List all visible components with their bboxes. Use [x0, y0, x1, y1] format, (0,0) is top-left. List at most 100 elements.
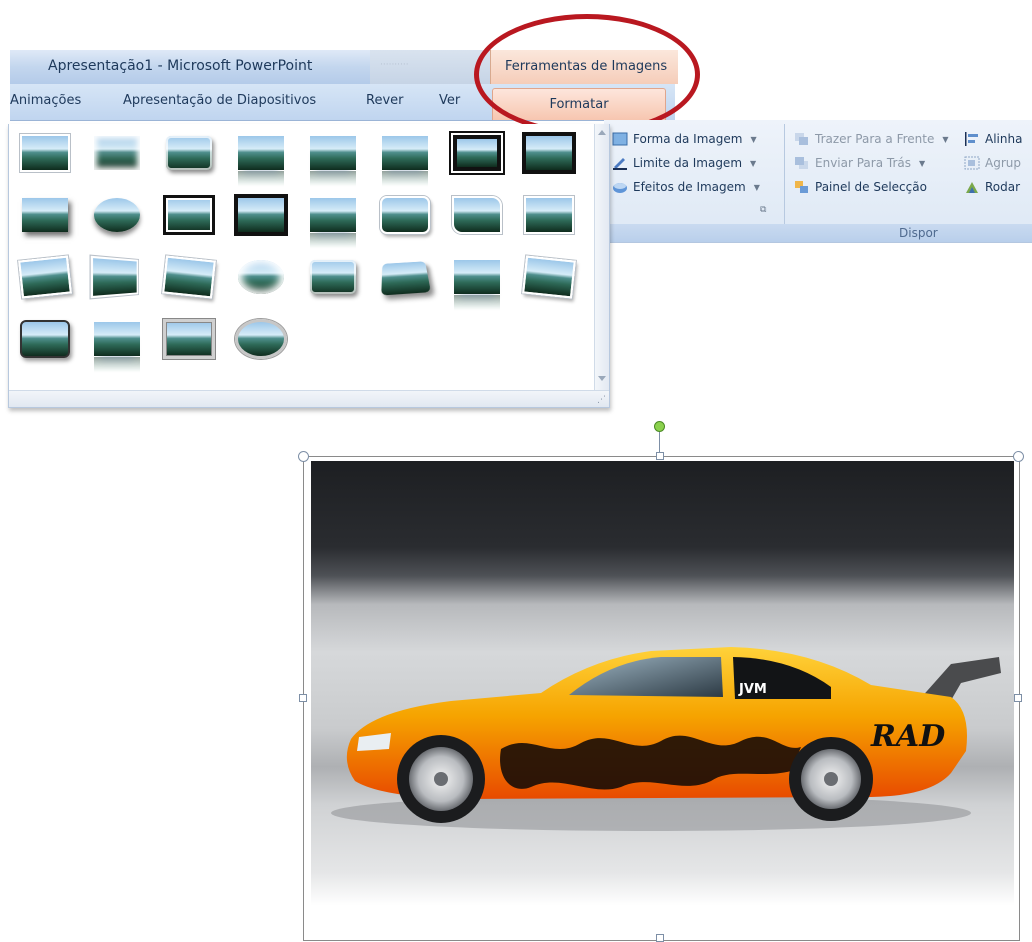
scroll-down-icon[interactable] — [598, 376, 606, 381]
style-preview-icon — [94, 198, 140, 232]
picture-style-soft-edge-reflected[interactable] — [377, 130, 433, 176]
resize-handle-top[interactable] — [656, 452, 664, 460]
tab-slide-show[interactable]: Apresentação de Diapositivos — [123, 93, 316, 108]
picture-border-button[interactable]: Limite da Imagem ▼ — [612, 156, 756, 170]
align-label: Alinha — [985, 132, 1023, 146]
picture-style-simple-white-shadow[interactable] — [521, 192, 577, 238]
picture-style-bevel-rounded[interactable] — [305, 254, 361, 300]
tab-review[interactable]: Rever — [366, 93, 403, 108]
effects-icon — [613, 183, 627, 193]
resize-handle-bottom[interactable] — [656, 934, 664, 942]
style-preview-icon — [310, 136, 356, 170]
picture-style-rotated-white-right[interactable] — [521, 254, 577, 300]
rotation-line — [659, 429, 660, 453]
gallery-scrollbar[interactable] — [594, 124, 609, 390]
picture-style-bevel-rectangle[interactable] — [161, 130, 217, 176]
picture-effects-button[interactable]: Efeitos de Imagem ▼ — [612, 180, 760, 194]
style-preview-icon — [20, 134, 70, 172]
picture-style-perspective-white[interactable] — [89, 254, 145, 300]
style-preview-icon — [522, 255, 576, 299]
style-preview-icon — [310, 260, 356, 294]
align-button[interactable]: Alinha — [964, 132, 1022, 146]
picture-style-bevel-perspective[interactable] — [377, 254, 433, 300]
picture-effects-label: Efeitos de Imagem — [633, 180, 746, 194]
send-back-icon — [795, 157, 808, 169]
picture-style-gray-frame[interactable] — [161, 316, 217, 362]
car-illustration: JVM RAD — [331, 647, 1001, 831]
resize-handle-right[interactable] — [1014, 694, 1022, 702]
selection-pane-icon — [795, 181, 808, 193]
rotate-icon — [966, 182, 978, 193]
picture-style-reflected-white[interactable] — [89, 316, 145, 362]
style-preview-icon — [310, 198, 356, 232]
rotation-handle[interactable] — [654, 421, 665, 432]
style-preview-icon — [235, 319, 287, 359]
picture-style-rounded-dark[interactable] — [17, 316, 73, 362]
picture-style-reflected-soft[interactable] — [305, 130, 361, 176]
resize-grip-icon[interactable]: ⋰ — [597, 395, 606, 405]
picture-style-reflected-simple[interactable] — [449, 254, 505, 300]
tab-animations[interactable]: Animações — [10, 93, 81, 108]
style-preview-icon — [238, 136, 284, 170]
style-preview-icon — [94, 136, 140, 170]
picture-style-oval-shadow[interactable] — [89, 192, 145, 238]
bring-to-front-button[interactable]: Trazer Para a Frente ▼ — [794, 132, 949, 146]
style-preview-icon — [94, 322, 140, 356]
picture-style-double-black-frame[interactable] — [161, 192, 217, 238]
send-to-back-button[interactable]: Enviar Para Trás ▼ — [794, 156, 925, 170]
resize-handle-top-left[interactable] — [298, 451, 309, 462]
scroll-up-icon[interactable] — [598, 130, 606, 135]
highlight-ellipse — [474, 14, 700, 135]
picture-shape-button[interactable]: Forma da Imagem ▼ — [612, 132, 757, 146]
style-preview-icon — [238, 260, 284, 294]
tab-view[interactable]: Ver — [439, 93, 460, 108]
pencil-icon — [613, 158, 627, 170]
picture-style-drop-shadow[interactable] — [17, 192, 73, 238]
picture-style-thick-black-frame[interactable] — [449, 130, 505, 176]
picture-style-reflected-rounded[interactable] — [233, 130, 289, 176]
style-preview-icon — [234, 194, 288, 236]
picture-border-label: Limite da Imagem — [633, 156, 743, 170]
bring-front-icon — [795, 133, 808, 145]
picture-styles-gallery: ⋰ — [8, 124, 610, 408]
style-preview-icon — [524, 196, 574, 234]
style-preview-icon — [454, 260, 500, 294]
ribbon-panel: Forma da Imagem ▼ Limite da Imagem ▼ Efeit… — [604, 120, 1032, 243]
window-decal-text: JVM — [738, 682, 767, 697]
picture-style-black-border[interactable] — [233, 192, 289, 238]
style-preview-icon — [166, 136, 212, 170]
window-title: Apresentação1 - Microsoft PowerPoint — [48, 58, 313, 74]
style-preview-icon — [453, 135, 501, 171]
group-icon — [964, 156, 980, 170]
rotate-button[interactable]: Rodar — [964, 180, 1020, 194]
arrange-group-label: Dispor — [899, 226, 938, 240]
group-button[interactable]: Agrup — [964, 156, 1021, 170]
car-picture: JVM RAD — [311, 461, 1014, 939]
picture-style-reflected-bevel[interactable] — [305, 192, 361, 238]
style-preview-icon — [452, 196, 502, 234]
picture-style-simple-frame-white[interactable] — [17, 130, 73, 176]
style-preview-icon — [381, 261, 431, 296]
picture-style-black-frame[interactable] — [521, 130, 577, 176]
picture-style-rotated-white-left[interactable] — [17, 254, 73, 300]
picture-style-rounded-white[interactable] — [377, 192, 433, 238]
rad-logo-text: RAD — [870, 719, 945, 754]
style-preview-icon — [90, 255, 139, 299]
style-preview-icon — [22, 198, 68, 232]
picture-style-corner-cut-white[interactable] — [449, 192, 505, 238]
resize-handle-top-right[interactable] — [1013, 451, 1024, 462]
dialog-launcher-icon[interactable]: ⧉ — [760, 205, 770, 215]
picture-style-tilted-white[interactable] — [161, 254, 217, 300]
selection-pane-button[interactable]: Painel de Selecção — [794, 180, 927, 194]
resize-handle-left[interactable] — [299, 694, 307, 702]
ribbon-group-label-bar: Dispor — [604, 224, 1032, 242]
send-to-back-label: Enviar Para Trás — [815, 156, 911, 170]
style-preview-icon — [380, 196, 430, 234]
picture-style-oval-ring[interactable] — [233, 316, 289, 362]
selected-picture[interactable]: JVM RAD — [303, 456, 1020, 941]
picture-style-soft-ellipse[interactable] — [233, 254, 289, 300]
align-icon — [965, 132, 978, 146]
picture-style-soft-edge-rectangle[interactable] — [89, 130, 145, 176]
style-preview-icon — [20, 320, 70, 358]
gallery-footer: ⋰ — [9, 390, 609, 407]
